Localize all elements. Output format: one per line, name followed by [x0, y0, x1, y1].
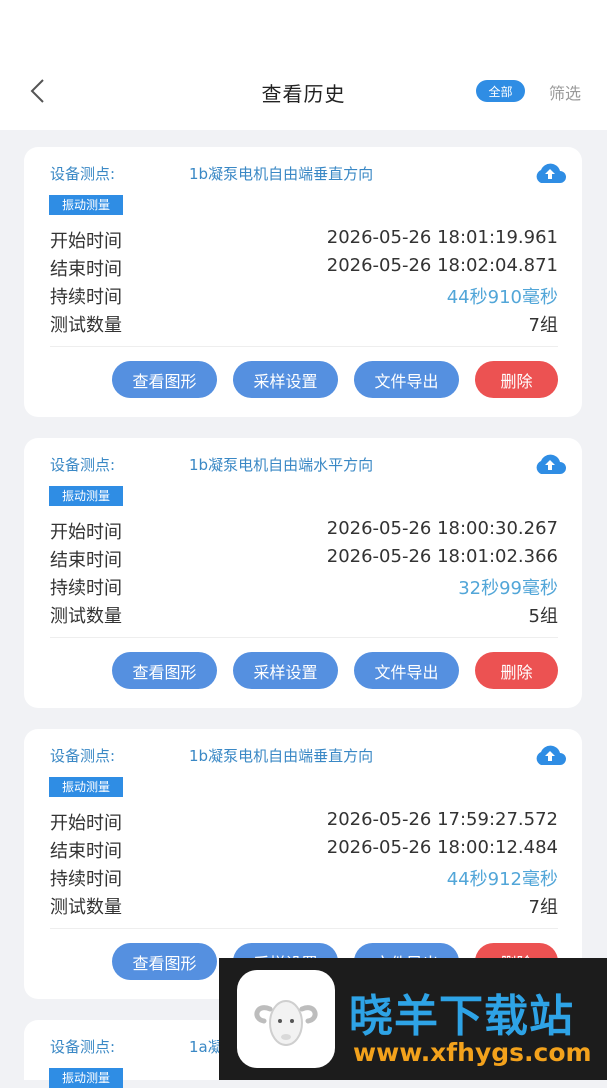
history-card: 设备测点: 1b凝泵电机自由端垂直方向 振动测量 开始时间 2026-05-26… — [24, 147, 582, 417]
start-value: 2026-05-26 18:01:19.961 — [326, 227, 558, 248]
cloud-upload-icon[interactable] — [532, 743, 568, 767]
end-label: 结束时间 — [50, 550, 122, 571]
divider — [50, 928, 558, 929]
end-label: 结束时间 — [50, 259, 122, 280]
sheep-logo-icon — [237, 970, 335, 1068]
watermark-title: 晓羊下载站 — [349, 991, 574, 1042]
sample-settings-button[interactable]: 采样设置 — [233, 361, 338, 398]
start-label: 开始时间 — [50, 231, 122, 252]
measurement-tag: 振动测量 — [49, 486, 124, 506]
duration-value: 44秒910毫秒 — [446, 287, 558, 308]
count-label: 测试数量 — [50, 606, 122, 627]
duration-label: 持续时间 — [50, 869, 122, 890]
filter-button[interactable]: 筛选 — [549, 80, 581, 104]
cloud-upload-icon[interactable] — [532, 452, 568, 476]
view-chart-button[interactable]: 查看图形 — [112, 361, 217, 398]
point-value: 1b凝泵电机自由端垂直方向 — [189, 747, 374, 765]
end-value: 2026-05-26 18:01:02.366 — [326, 546, 558, 567]
point-label: 设备测点: — [50, 165, 116, 183]
end-value: 2026-05-26 18:02:04.871 — [326, 255, 558, 276]
export-file-button[interactable]: 文件导出 — [354, 652, 459, 689]
history-card: 设备测点: 1b凝泵电机自由端水平方向 振动测量 开始时间 2026-05-26… — [24, 438, 582, 708]
count-value: 5组 — [528, 606, 558, 627]
end-label: 结束时间 — [50, 841, 122, 862]
all-filter-badge[interactable]: 全部 — [476, 80, 525, 102]
measurement-tag: 振动测量 — [49, 1068, 124, 1088]
measurement-tag: 振动测量 — [49, 195, 124, 215]
point-label: 设备测点: — [50, 1038, 116, 1056]
divider — [50, 637, 558, 638]
cloud-upload-icon[interactable] — [532, 161, 568, 185]
end-value: 2026-05-26 18:00:12.484 — [326, 837, 558, 858]
measurement-tag: 振动测量 — [49, 777, 124, 797]
divider — [50, 346, 558, 347]
count-value: 7组 — [528, 315, 558, 336]
delete-button[interactable]: 删除 — [475, 361, 558, 398]
export-file-button[interactable]: 文件导出 — [354, 361, 459, 398]
delete-button[interactable]: 删除 — [475, 652, 558, 689]
start-label: 开始时间 — [50, 813, 122, 834]
point-label: 设备测点: — [50, 456, 116, 474]
count-value: 7组 — [528, 897, 558, 918]
point-label: 设备测点: — [50, 747, 116, 765]
duration-value: 44秒912毫秒 — [446, 869, 558, 890]
duration-label: 持续时间 — [50, 578, 122, 599]
sample-settings-button[interactable]: 采样设置 — [233, 652, 338, 689]
start-label: 开始时间 — [50, 522, 122, 543]
start-value: 2026-05-26 17:59:27.572 — [326, 809, 558, 830]
point-value: 1a凝 — [189, 1038, 223, 1056]
count-label: 测试数量 — [50, 315, 122, 336]
count-label: 测试数量 — [50, 897, 122, 918]
watermark-banner: 晓羊下载站 www.xfhygs.com — [219, 958, 607, 1080]
duration-value: 32秒99毫秒 — [458, 578, 558, 599]
view-chart-button[interactable]: 查看图形 — [112, 943, 217, 980]
watermark-url: www.xfhygs.com — [353, 1038, 592, 1067]
top-bar: 查看历史 全部 筛选 — [0, 0, 607, 130]
point-value: 1b凝泵电机自由端水平方向 — [189, 456, 374, 474]
view-chart-button[interactable]: 查看图形 — [112, 652, 217, 689]
point-value: 1b凝泵电机自由端垂直方向 — [189, 165, 374, 183]
duration-label: 持续时间 — [50, 287, 122, 308]
start-value: 2026-05-26 18:00:30.267 — [326, 518, 558, 539]
